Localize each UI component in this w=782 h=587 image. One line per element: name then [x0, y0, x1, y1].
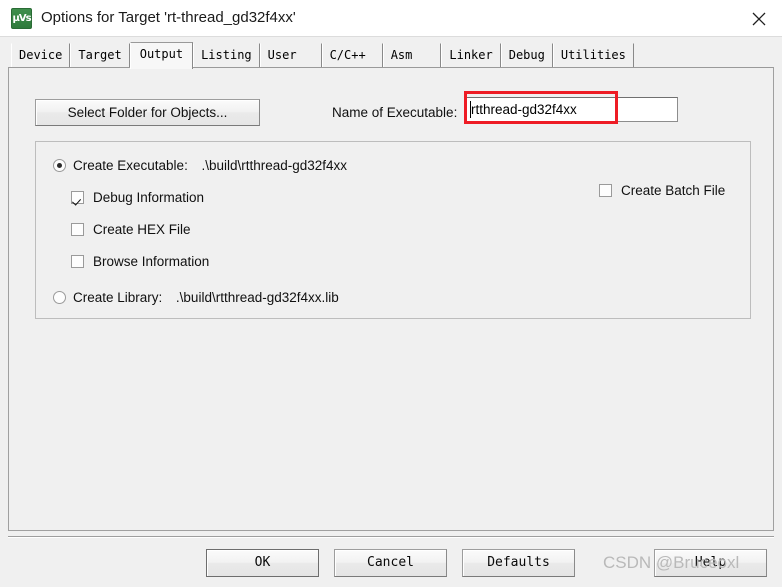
window-title: Options for Target 'rt-thread_gd32f4xx': [41, 9, 296, 26]
tab-utilities[interactable]: Utilities: [552, 43, 634, 68]
create-hex-file-checkbox[interactable]: [71, 223, 84, 236]
keil-uvision-icon-glyph: μVs: [12, 13, 31, 24]
select-folder-for-objects-button[interactable]: Select Folder for Objects...: [35, 99, 260, 126]
debug-information-label: Debug Information: [93, 190, 205, 205]
browse-information-label: Browse Information: [93, 254, 210, 269]
create-executable-path: .\build\rtthread-gd32f4xx: [201, 158, 348, 173]
text-caret: [470, 101, 471, 118]
create-library-radio[interactable]: [53, 291, 66, 304]
tab-listing[interactable]: Listing: [193, 43, 260, 68]
create-batch-file-label: Create Batch File: [621, 183, 726, 198]
tab-target[interactable]: Target: [70, 43, 130, 68]
debug-information-row[interactable]: Debug Information: [71, 190, 204, 205]
tab-output[interactable]: Output: [129, 42, 194, 69]
close-icon[interactable]: [736, 0, 782, 36]
tab-user[interactable]: User: [259, 43, 322, 68]
help-button[interactable]: Help: [654, 549, 767, 577]
keil-uvision-icon: μVs: [11, 8, 32, 29]
tab-debug[interactable]: Debug: [500, 43, 553, 68]
create-library-row[interactable]: Create Library: .\build\rtthread-gd32f4x…: [53, 290, 339, 305]
tab-linker[interactable]: Linker: [441, 43, 501, 68]
browse-information-row[interactable]: Browse Information: [71, 254, 209, 269]
footer-separator: [8, 536, 774, 538]
create-library-label: Create Library:: [73, 290, 163, 305]
create-executable-row[interactable]: Create Executable: .\build\rtthread-gd32…: [53, 158, 347, 173]
name-of-executable-label: Name of Executable:: [332, 105, 458, 120]
browse-information-checkbox[interactable]: [71, 255, 84, 268]
tab-asm[interactable]: Asm: [382, 43, 442, 68]
tab-device[interactable]: Device: [11, 43, 71, 68]
tab-list: Device Target Output Listing User C/C++ …: [11, 42, 634, 69]
title-bar: μVs Options for Target 'rt-thread_gd32f4…: [0, 0, 782, 37]
create-library-path: .\build\rtthread-gd32f4xx.lib: [175, 290, 339, 305]
create-batch-file-checkbox[interactable]: [599, 184, 612, 197]
tab-strip: Device Target Output Listing User C/C++ …: [0, 37, 782, 69]
cancel-button[interactable]: Cancel: [334, 549, 447, 577]
debug-information-checkbox[interactable]: [71, 191, 84, 204]
ok-button[interactable]: OK: [206, 549, 319, 577]
create-batch-file-row[interactable]: Create Batch File: [599, 183, 725, 198]
name-of-executable-input[interactable]: [466, 97, 678, 122]
create-executable-radio[interactable]: [53, 159, 66, 172]
create-hex-file-label: Create HEX File: [93, 222, 191, 237]
create-hex-file-row[interactable]: Create HEX File: [71, 222, 191, 237]
tab-c-cpp[interactable]: C/C++: [321, 43, 383, 68]
defaults-button[interactable]: Defaults: [462, 549, 575, 577]
output-options-group: Create Executable: .\build\rtthread-gd32…: [35, 141, 751, 319]
create-executable-label: Create Executable:: [73, 158, 188, 173]
